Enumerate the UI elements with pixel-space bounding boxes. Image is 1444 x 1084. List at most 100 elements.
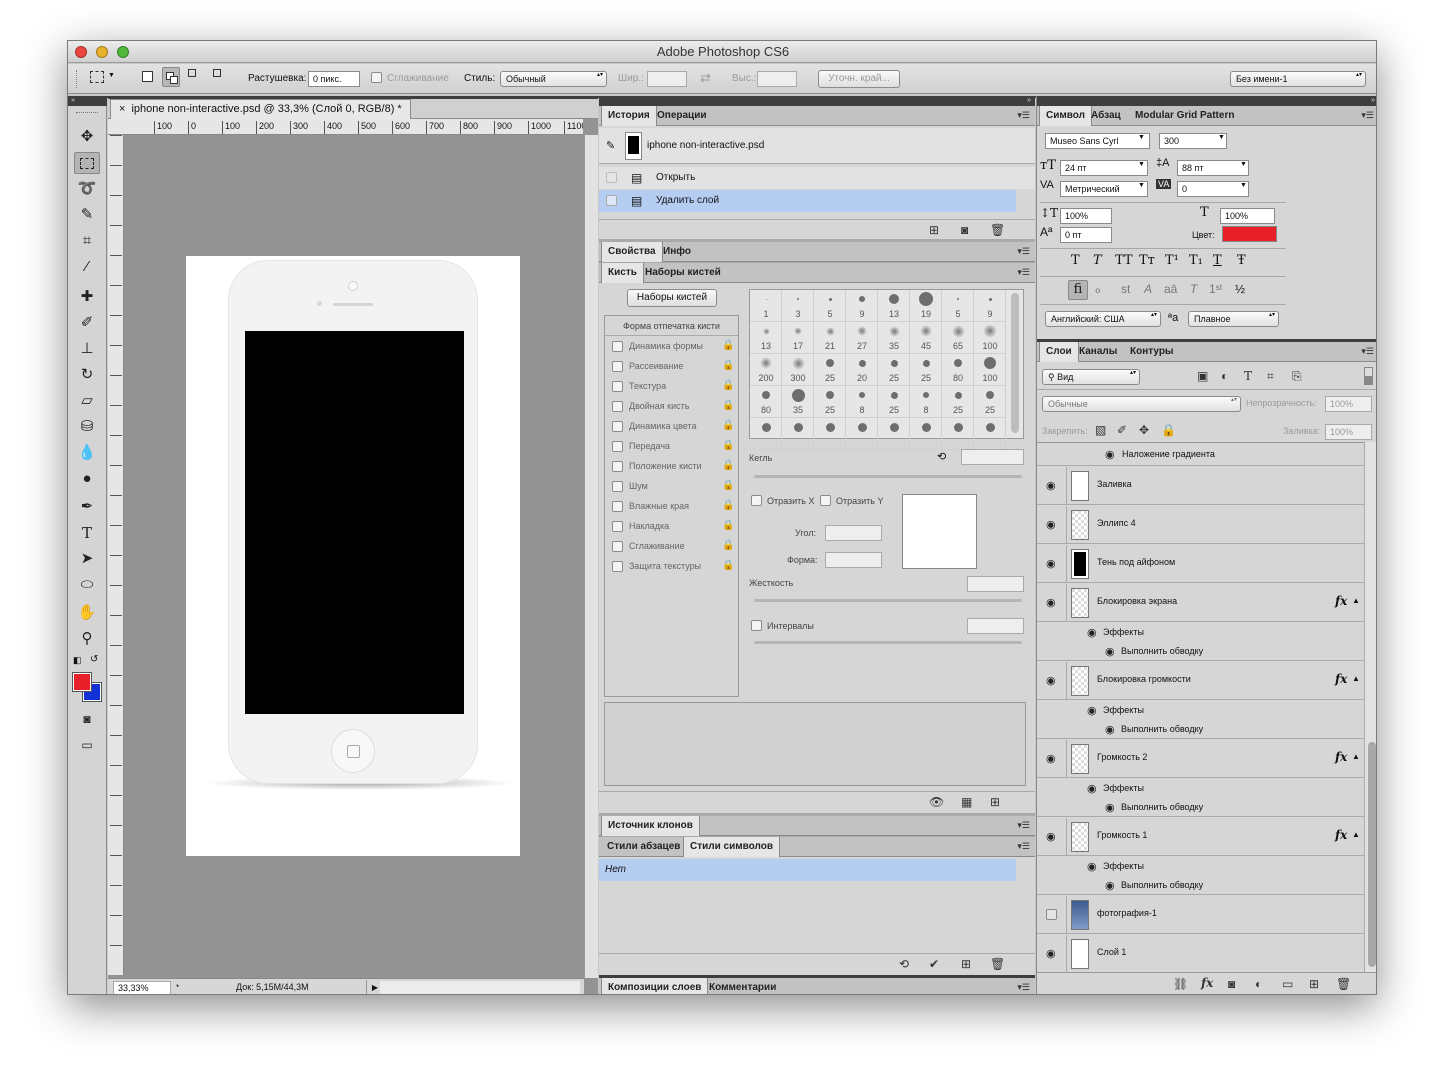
effect-stroke-row[interactable]: ◉ Выполнить обводку [1037, 798, 1364, 817]
brush-tip[interactable]: 25 [814, 354, 846, 386]
link-icon[interactable]: ⛓ [1173, 977, 1188, 991]
swap-colors-icon[interactable]: ↺ [90, 654, 98, 665]
layers-scrollbar[interactable] [1364, 442, 1376, 972]
eye-icon[interactable]: ◉ [1046, 830, 1056, 843]
brush-tip[interactable]: 8 [910, 386, 942, 418]
effects-row[interactable]: ◉ Эффекты [1037, 857, 1364, 876]
eye-icon[interactable]: ◉ [1046, 479, 1056, 492]
marquee-preset-icon[interactable] [90, 71, 104, 83]
tab-history[interactable]: История [601, 106, 657, 126]
subtract-selection-icon[interactable] [188, 69, 196, 77]
brush-tip[interactable]: 8 [846, 386, 878, 418]
layer-row[interactable]: ◉ Тень под айфоном [1037, 545, 1364, 583]
brush-option-item[interactable]: Двойная кисть 🔒 [605, 397, 738, 417]
close-tab-icon[interactable]: × [119, 103, 125, 115]
tab-brush[interactable]: Кисть [601, 263, 644, 283]
brush-tip-shape-item[interactable]: Форма отпечатка кисти [605, 316, 738, 336]
camera-icon[interactable]: ◙ [961, 223, 968, 237]
filter-shape-icon[interactable]: ⌗ [1267, 369, 1274, 384]
brush-tip[interactable]: 80 [942, 354, 974, 386]
brush-option-checkbox[interactable] [612, 421, 623, 432]
brush-tip[interactable]: 35 [782, 386, 814, 418]
eye-icon[interactable]: ◉ [1046, 674, 1056, 687]
contextual-icon[interactable]: T [1190, 282, 1197, 296]
lock-icon[interactable]: 🔒 [722, 400, 734, 411]
blend-mode-select[interactable]: Обычные [1042, 396, 1241, 412]
tab-paragraph[interactable]: Абзац [1085, 106, 1127, 126]
collapse-arrow-icon[interactable]: ▲ [1352, 830, 1360, 839]
quick-mask-icon[interactable]: ◙ [74, 708, 100, 730]
panel-menu-icon[interactable]: ▾☰ [1017, 841, 1030, 852]
tab-character-styles[interactable]: Стили символов [683, 837, 781, 857]
eye-icon[interactable]: ◉ [1046, 557, 1056, 570]
fx-icon[interactable]: fx [1335, 594, 1347, 608]
chevron-down-icon[interactable]: ▼ [108, 72, 115, 79]
panel-menu-icon[interactable]: ▾☰ [1017, 982, 1030, 993]
panel-menu-icon[interactable]: ▾☰ [1017, 110, 1030, 121]
eraser-tool-icon[interactable]: ▱ [74, 390, 100, 412]
size-slider[interactable] [754, 475, 1022, 478]
brush-tip[interactable]: 25 [878, 354, 910, 386]
ellipse-tool-icon[interactable]: ⬭ [74, 574, 100, 596]
chevron-down-icon[interactable]: ▼ [1138, 161, 1145, 168]
eye-icon[interactable]: ◉ [1046, 596, 1056, 609]
type-tool-icon[interactable]: T [74, 522, 100, 544]
lock-icon[interactable]: 🔒 [722, 380, 734, 391]
vertical-scrollbar[interactable] [584, 135, 598, 978]
brush-option-item[interactable]: Защита текстуры 🔒 [605, 557, 738, 577]
lasso-tool-icon[interactable]: ➰ [74, 178, 100, 200]
layer-filter-select[interactable]: ⚲ Вид [1042, 369, 1140, 385]
faux-bold-icon[interactable]: T [1071, 253, 1080, 268]
spacing-input[interactable] [967, 618, 1024, 634]
brush-tip[interactable] [846, 418, 878, 450]
brush-option-item[interactable]: Текстура 🔒 [605, 377, 738, 397]
feather-input[interactable]: 0 пикс. [308, 71, 360, 87]
brush-option-item[interactable]: Сглаживание 🔒 [605, 537, 738, 557]
underline-icon[interactable]: T [1213, 253, 1222, 268]
history-snapshot[interactable]: ✎ iphone non-interactive.psd [599, 128, 1035, 164]
brush-option-item[interactable]: Динамика цвета 🔒 [605, 417, 738, 437]
trash-icon[interactable]: 🗑 [990, 957, 1005, 971]
brush-tip[interactable] [942, 418, 974, 450]
lock-icon[interactable]: 🔒 [722, 440, 734, 451]
brush-tip[interactable]: 45 [910, 322, 942, 354]
hand-tool-icon[interactable]: ✋ [74, 602, 100, 624]
history-checkbox[interactable] [606, 172, 617, 183]
font-style-select[interactable]: 300 [1159, 133, 1227, 149]
brush-tip[interactable]: 9 [846, 290, 878, 322]
text-color-swatch[interactable] [1222, 226, 1277, 242]
height-input[interactable] [757, 71, 797, 87]
lock-icon[interactable]: 🔒 [722, 460, 734, 471]
lock-icon[interactable]: 🔒 [722, 420, 734, 431]
angle-input[interactable] [825, 525, 882, 541]
font-family-select[interactable]: Museo Sans Cyrl [1045, 133, 1150, 149]
eye-icon[interactable]: ◉ [1105, 448, 1115, 461]
lock-icon[interactable]: 🔒 [722, 520, 734, 531]
collapse-arrow-icon[interactable]: ▲ [1352, 752, 1360, 761]
brush-tip[interactable]: 13 [878, 290, 910, 322]
path-selection-tool-icon[interactable]: ➤ [74, 548, 100, 570]
layer-visibility-box[interactable]: ◉ [1037, 506, 1067, 544]
brush-tip[interactable]: 21 [814, 322, 846, 354]
folder-icon[interactable]: ▭ [1282, 977, 1293, 991]
brush-option-checkbox[interactable] [612, 381, 623, 392]
crop-tool-icon[interactable]: ⌗ [74, 230, 100, 252]
panel-menu-icon[interactable]: ▾☰ [1017, 246, 1030, 257]
filter-type-icon[interactable]: T [1244, 369, 1252, 383]
baseline-shift-input[interactable]: 0 пт [1060, 227, 1112, 243]
eye-icon[interactable]: ◉ [1087, 704, 1097, 717]
antialias-checkbox[interactable] [371, 72, 382, 83]
layer-visibility-box[interactable]: ◉ [1037, 584, 1067, 622]
swash-icon[interactable]: st [1121, 282, 1130, 296]
brush-tip[interactable] [974, 418, 1006, 450]
new-brush-icon[interactable]: ⊞ [990, 795, 1000, 809]
effect-stroke-row[interactable]: ◉ Выполнить обводку [1037, 876, 1364, 895]
tab-info[interactable]: Инфо [657, 242, 697, 262]
layer-visibility-box[interactable]: ◉ [1037, 935, 1067, 972]
lock-icon[interactable]: 🔒 [722, 540, 734, 551]
subscript-icon[interactable]: T₁ [1189, 253, 1203, 268]
tab-brush-presets[interactable]: Наборы кистей [639, 263, 727, 283]
leading-input[interactable]: 88 пт [1177, 160, 1249, 176]
style-item-none[interactable]: Нет [599, 859, 1016, 881]
eye-icon[interactable]: ◉ [1087, 782, 1097, 795]
